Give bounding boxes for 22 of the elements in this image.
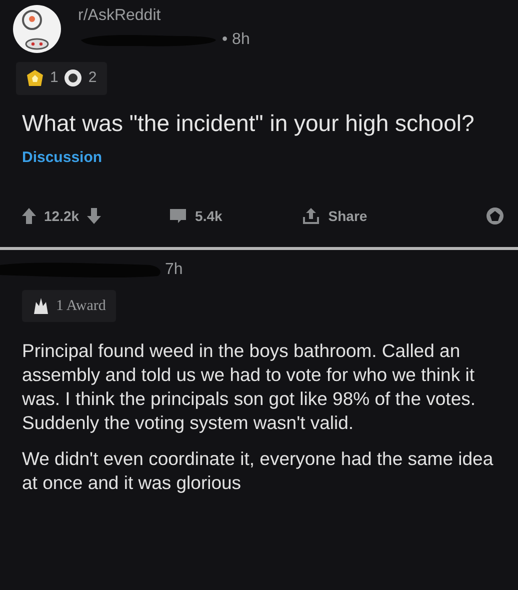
share-button[interactable]: Share (302, 206, 368, 227)
downvote-icon[interactable] (87, 208, 102, 224)
upvote-icon[interactable] (22, 208, 36, 224)
award-count: 2 (88, 68, 97, 88)
award-icon (32, 296, 50, 315)
post-age: • 8h (222, 30, 250, 50)
post-title: What was "the incident" in your high school? (22, 109, 476, 138)
award-icon (26, 69, 44, 88)
comment-text: We didn't even coordinate it, everyone had the same idea at once and it was glorious (22, 447, 494, 496)
subreddit-name: r/AskReddit (78, 6, 162, 26)
coin-icon (64, 69, 82, 88)
award-label: 1 Award (56, 296, 106, 316)
share-icon (302, 207, 320, 226)
award-count: 1 (50, 68, 58, 88)
comment-count: 5.4k (195, 206, 222, 226)
vote-count: 12.2k (44, 206, 80, 226)
comment-age: 7h (165, 260, 183, 280)
flair-tag: Discussion (22, 147, 518, 170)
avatar-icon (12, 4, 62, 54)
comment-text: Principal found weed in the boys bathroom. Called an assembly and told us we had to vote for who we think it was. I think the principals son got like 98% of the votes. Suddenly the voting system wasn't valid. (22, 338, 476, 436)
award-icon[interactable] (486, 207, 504, 226)
comment-icon[interactable] (169, 208, 188, 224)
